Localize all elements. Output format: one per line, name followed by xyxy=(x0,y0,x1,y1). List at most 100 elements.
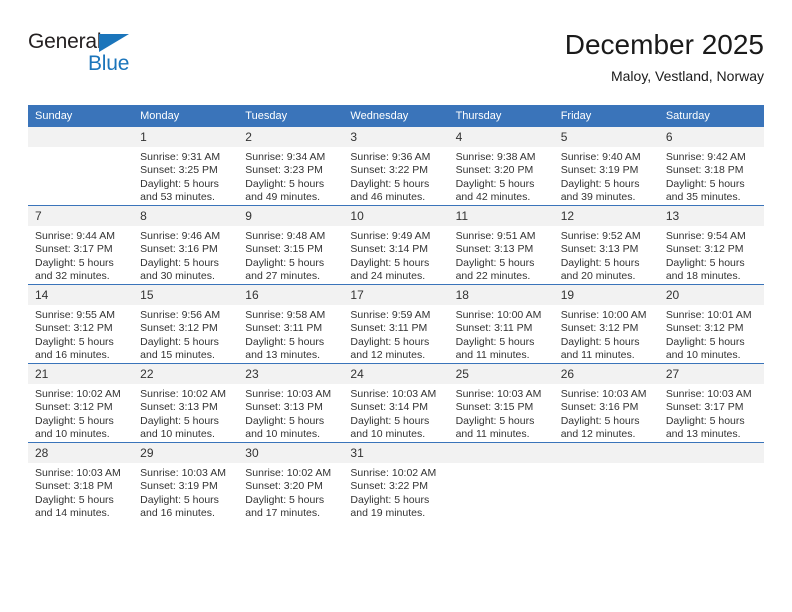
day-sun-info: Sunrise: 10:03 AM Sunset: 3:16 PM Daylight… xyxy=(554,384,659,442)
day-sun-info: Sunrise: 10:02 AM Sunset: 3:13 PM Daylight… xyxy=(133,384,238,442)
day-info-line: and 46 minutes. xyxy=(350,191,426,204)
calendar-day-cell[interactable]: 8 Sunrise: 9:46 AM Sunset: 3:16 PM Daylight… xyxy=(133,205,239,285)
day-info-line: and 53 minutes. xyxy=(140,191,215,204)
calendar-day-cell[interactable]: 18 Sunrise: 10:00 AM Sunset: 3:11 PM Daylig… xyxy=(448,284,554,364)
day-sun-info: Sunrise: 9:34 AM Sunset: 3:23 PM Daylight:… xyxy=(238,147,343,205)
calendar-day-cell[interactable]: 5 Sunrise: 9:40 AM Sunset: 3:19 PM Daylight… xyxy=(553,127,659,206)
day-info-line: Sunrise: 10:02 AM xyxy=(350,467,437,479)
day-info-line: and 18 minutes. xyxy=(665,270,741,283)
day-info-line: and 27 minutes. xyxy=(245,270,320,283)
day-sun-info: Sunrise: 9:58 AM Sunset: 3:11 PM Daylight:… xyxy=(238,305,343,363)
calendar-day-cell[interactable]: 13 Sunrise: 9:54 AM Sunset: 3:12 PM Dayligh… xyxy=(658,205,764,285)
calendar-day-cell[interactable]: 22 Sunrise: 10:02 AM Sunset: 3:13 PM Daylig… xyxy=(133,363,239,443)
calendar-day-cell[interactable]: 17 Sunrise: 9:59 AM Sunset: 3:11 PM Dayligh… xyxy=(343,284,449,364)
day-sun-info: Sunrise: 10:03 AM Sunset: 3:17 PM Daylight… xyxy=(659,384,764,442)
day-sun-info: Sunrise: 9:36 AM Sunset: 3:22 PM Daylight:… xyxy=(343,147,448,205)
day-number: 7 xyxy=(28,206,134,226)
day-info-line: Sunrise: 9:59 AM xyxy=(350,309,431,321)
calendar-day-cell[interactable]: 15 Sunrise: 9:56 AM Sunset: 3:12 PM Dayligh… xyxy=(133,284,239,364)
day-info-line: Sunrise: 10:02 AM xyxy=(245,467,332,479)
day-info-line: Sunrise: 10:03 AM xyxy=(560,388,647,400)
day-info-line: Daylight: 5 hours xyxy=(140,177,219,190)
day-number xyxy=(448,443,554,463)
day-number: 8 xyxy=(133,206,239,226)
day-info-line: and 49 minutes. xyxy=(245,191,320,204)
calendar-day-cell[interactable]: 9 Sunrise: 9:48 AM Sunset: 3:15 PM Daylight… xyxy=(238,205,344,285)
day-number: 25 xyxy=(448,364,554,384)
calendar-day-cell[interactable]: 31 Sunrise: 10:02 AM Sunset: 3:22 PM Daylig… xyxy=(343,442,449,521)
calendar-day-cell[interactable]: 19 Sunrise: 10:00 AM Sunset: 3:12 PM Daylig… xyxy=(553,284,659,364)
calendar-day-cell[interactable]: 1 Sunrise: 9:31 AM Sunset: 3:25 PM Daylight… xyxy=(133,127,239,206)
day-number: 23 xyxy=(238,364,344,384)
calendar-day-cell[interactable]: 23 Sunrise: 10:03 AM Sunset: 3:13 PM Daylig… xyxy=(238,363,344,443)
day-info-line: and 12 minutes. xyxy=(560,428,636,441)
day-sun-info: Sunrise: 10:00 AM Sunset: 3:11 PM Daylight… xyxy=(449,305,554,363)
calendar-day-cell[interactable]: 29 Sunrise: 10:03 AM Sunset: 3:19 PM Daylig… xyxy=(133,442,239,521)
day-info-line: Daylight: 5 hours xyxy=(245,256,325,269)
calendar-day-cell[interactable]: 27 Sunrise: 10:03 AM Sunset: 3:17 PM Daylig… xyxy=(658,363,764,443)
calendar-day-cell[interactable]: 24 Sunrise: 10:03 AM Sunset: 3:14 PM Daylig… xyxy=(343,363,449,443)
calendar-day-cell[interactable]: 11 Sunrise: 9:51 AM Sunset: 3:13 PM Dayligh… xyxy=(448,205,554,285)
day-info-line: Sunrise: 9:51 AM xyxy=(455,230,536,242)
day-info-line: Sunset: 3:12 PM xyxy=(665,243,744,256)
day-number xyxy=(28,127,134,147)
calendar-day-cell[interactable]: 30 Sunrise: 10:02 AM Sunset: 3:20 PM Daylig… xyxy=(238,442,344,521)
weekday-header-sunday: Sunday xyxy=(28,105,134,127)
calendar-day-cell-empty xyxy=(658,442,764,521)
day-info-line: Daylight: 5 hours xyxy=(35,256,114,269)
day-number: 19 xyxy=(553,285,659,305)
calendar-day-cell[interactable]: 7 Sunrise: 9:44 AM Sunset: 3:17 PM Daylight… xyxy=(28,205,134,285)
day-number: 17 xyxy=(343,285,449,305)
day-number xyxy=(553,443,659,463)
calendar-day-cell[interactable]: 28 Sunrise: 10:03 AM Sunset: 3:18 PM Daylig… xyxy=(28,442,134,521)
day-info-line: Daylight: 5 hours xyxy=(350,335,430,348)
calendar-day-cell[interactable]: 6 Sunrise: 9:42 AM Sunset: 3:18 PM Daylight… xyxy=(658,127,764,206)
calendar-day-cell[interactable]: 16 Sunrise: 9:58 AM Sunset: 3:11 PM Dayligh… xyxy=(238,284,344,364)
day-info-line: Sunrise: 9:42 AM xyxy=(665,151,746,163)
day-info-line: and 14 minutes. xyxy=(35,507,110,520)
page-title: December 2025 xyxy=(564,29,764,60)
calendar-day-cell[interactable]: 4 Sunrise: 9:38 AM Sunset: 3:20 PM Daylight… xyxy=(448,127,554,206)
day-info-line: Sunrise: 9:36 AM xyxy=(350,151,431,163)
day-info-line: Daylight: 5 hours xyxy=(35,414,114,427)
day-number: 18 xyxy=(448,285,554,305)
calendar-day-cell[interactable]: 20 Sunrise: 10:01 AM Sunset: 3:12 PM Daylig… xyxy=(658,284,764,364)
day-info-line: Daylight: 5 hours xyxy=(665,177,745,190)
calendar-day-cell[interactable]: 21 Sunrise: 10:02 AM Sunset: 3:12 PM Daylig… xyxy=(28,363,134,443)
day-info-line: Daylight: 5 hours xyxy=(560,414,640,427)
day-info-line: Sunset: 3:12 PM xyxy=(35,322,113,335)
calendar-table: Sunday Monday Tuesday Wednesday Thursday Frid… xyxy=(28,105,764,521)
day-info-line: Daylight: 5 hours xyxy=(140,256,219,269)
day-info-line: Sunset: 3:13 PM xyxy=(560,243,639,256)
logo-text-general: General xyxy=(28,30,102,53)
calendar-week-row: 1 Sunrise: 9:31 AM Sunset: 3:25 PM Daylight… xyxy=(28,127,764,206)
day-info-line: Daylight: 5 hours xyxy=(665,335,745,348)
day-info-line: Sunrise: 9:31 AM xyxy=(140,151,221,163)
day-info-line: Sunset: 3:18 PM xyxy=(35,480,113,493)
calendar-day-cell[interactable]: 25 Sunrise: 10:03 AM Sunset: 3:15 PM Daylig… xyxy=(448,363,554,443)
day-info-line: and 11 minutes. xyxy=(455,349,530,362)
day-info-line: Daylight: 5 hours xyxy=(665,256,745,269)
calendar-day-cell[interactable]: 3 Sunrise: 9:36 AM Sunset: 3:22 PM Daylight… xyxy=(343,127,449,206)
day-info-line: and 24 minutes. xyxy=(350,270,426,283)
day-info-line: Sunrise: 9:46 AM xyxy=(140,230,221,242)
calendar-week-row: 14 Sunrise: 9:55 AM Sunset: 3:12 PM Dayligh… xyxy=(28,284,764,364)
day-sun-info: Sunrise: 10:03 AM Sunset: 3:19 PM Daylight… xyxy=(133,463,238,521)
calendar-day-cell[interactable]: 14 Sunrise: 9:55 AM Sunset: 3:12 PM Dayligh… xyxy=(28,284,134,364)
calendar-day-cell[interactable]: 10 Sunrise: 9:49 AM Sunset: 3:14 PM Dayligh… xyxy=(343,205,449,285)
weekday-header-thursday: Thursday xyxy=(448,105,554,127)
calendar-day-cell[interactable]: 2 Sunrise: 9:34 AM Sunset: 3:23 PM Daylight… xyxy=(238,127,344,206)
day-info-line: Daylight: 5 hours xyxy=(560,256,640,269)
calendar-day-cell[interactable]: 26 Sunrise: 10:03 AM Sunset: 3:16 PM Daylig… xyxy=(553,363,659,443)
day-number: 15 xyxy=(133,285,239,305)
calendar-day-cell[interactable]: 12 Sunrise: 9:52 AM Sunset: 3:13 PM Dayligh… xyxy=(553,205,659,285)
day-sun-info: Sunrise: 10:02 AM Sunset: 3:12 PM Daylight… xyxy=(28,384,133,442)
day-info-line: Sunrise: 9:49 AM xyxy=(350,230,431,242)
day-info-line: Sunrise: 9:34 AM xyxy=(245,151,326,163)
day-number xyxy=(658,443,764,463)
day-sun-info: Sunrise: 9:38 AM Sunset: 3:20 PM Daylight:… xyxy=(449,147,554,205)
day-info-line: Daylight: 5 hours xyxy=(35,335,114,348)
day-info-line: Sunset: 3:17 PM xyxy=(35,243,113,256)
day-info-line: Daylight: 5 hours xyxy=(140,335,219,348)
day-info-line: and 12 minutes. xyxy=(350,349,426,362)
